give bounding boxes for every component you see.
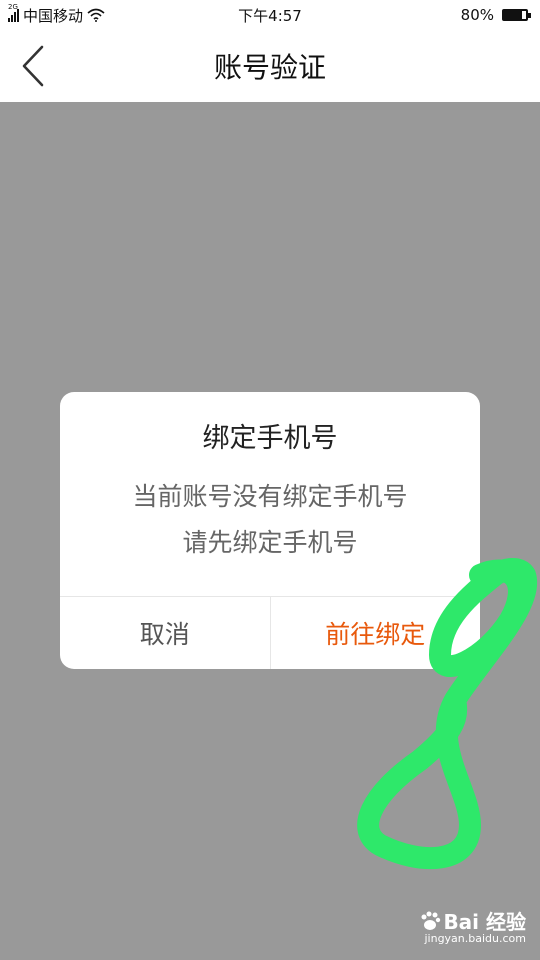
bind-phone-dialog: 绑定手机号 当前账号没有绑定手机号 请先绑定手机号 取消 前往绑定 <box>60 392 480 669</box>
go-bind-button[interactable]: 前往绑定 <box>271 597 481 669</box>
dialog-message-line-2: 请先绑定手机号 <box>182 528 358 557</box>
watermark-url: jingyan.baidu.com <box>424 932 526 945</box>
nav-bar: 账号验证 <box>0 30 540 102</box>
cancel-button[interactable]: 取消 <box>60 597 271 669</box>
wifi-icon <box>87 8 105 22</box>
network-type-label: 2G <box>8 3 18 11</box>
dialog-buttons: 取消 前往绑定 <box>60 597 480 669</box>
status-bar: 2G 中国移动 下午4:57 80% <box>0 0 540 30</box>
status-time: 下午4:57 <box>238 6 302 25</box>
page-title: 账号验证 <box>213 51 326 84</box>
signal-icon: 2G <box>8 3 19 22</box>
status-left: 2G 中国移动 <box>8 3 105 26</box>
dialog-message-line-1: 当前账号没有绑定手机号 <box>132 482 408 511</box>
battery-percent: 80% <box>460 6 494 24</box>
baidu-jingyan-watermark: Bai 经验 jingyan.baidu.com <box>416 904 526 948</box>
battery-icon <box>502 9 531 21</box>
watermark-brand-text: Bai 经验 <box>443 910 526 934</box>
dialog-message: 当前账号没有绑定手机号 请先绑定手机号 <box>60 474 480 566</box>
status-right: 80% <box>460 6 531 24</box>
carrier-name: 中国移动 <box>23 6 84 25</box>
battery-fill <box>504 11 522 19</box>
paw-icon <box>421 911 441 930</box>
dialog-title: 绑定手机号 <box>202 423 338 454</box>
watermark-brand: Bai 经验 <box>419 906 526 935</box>
